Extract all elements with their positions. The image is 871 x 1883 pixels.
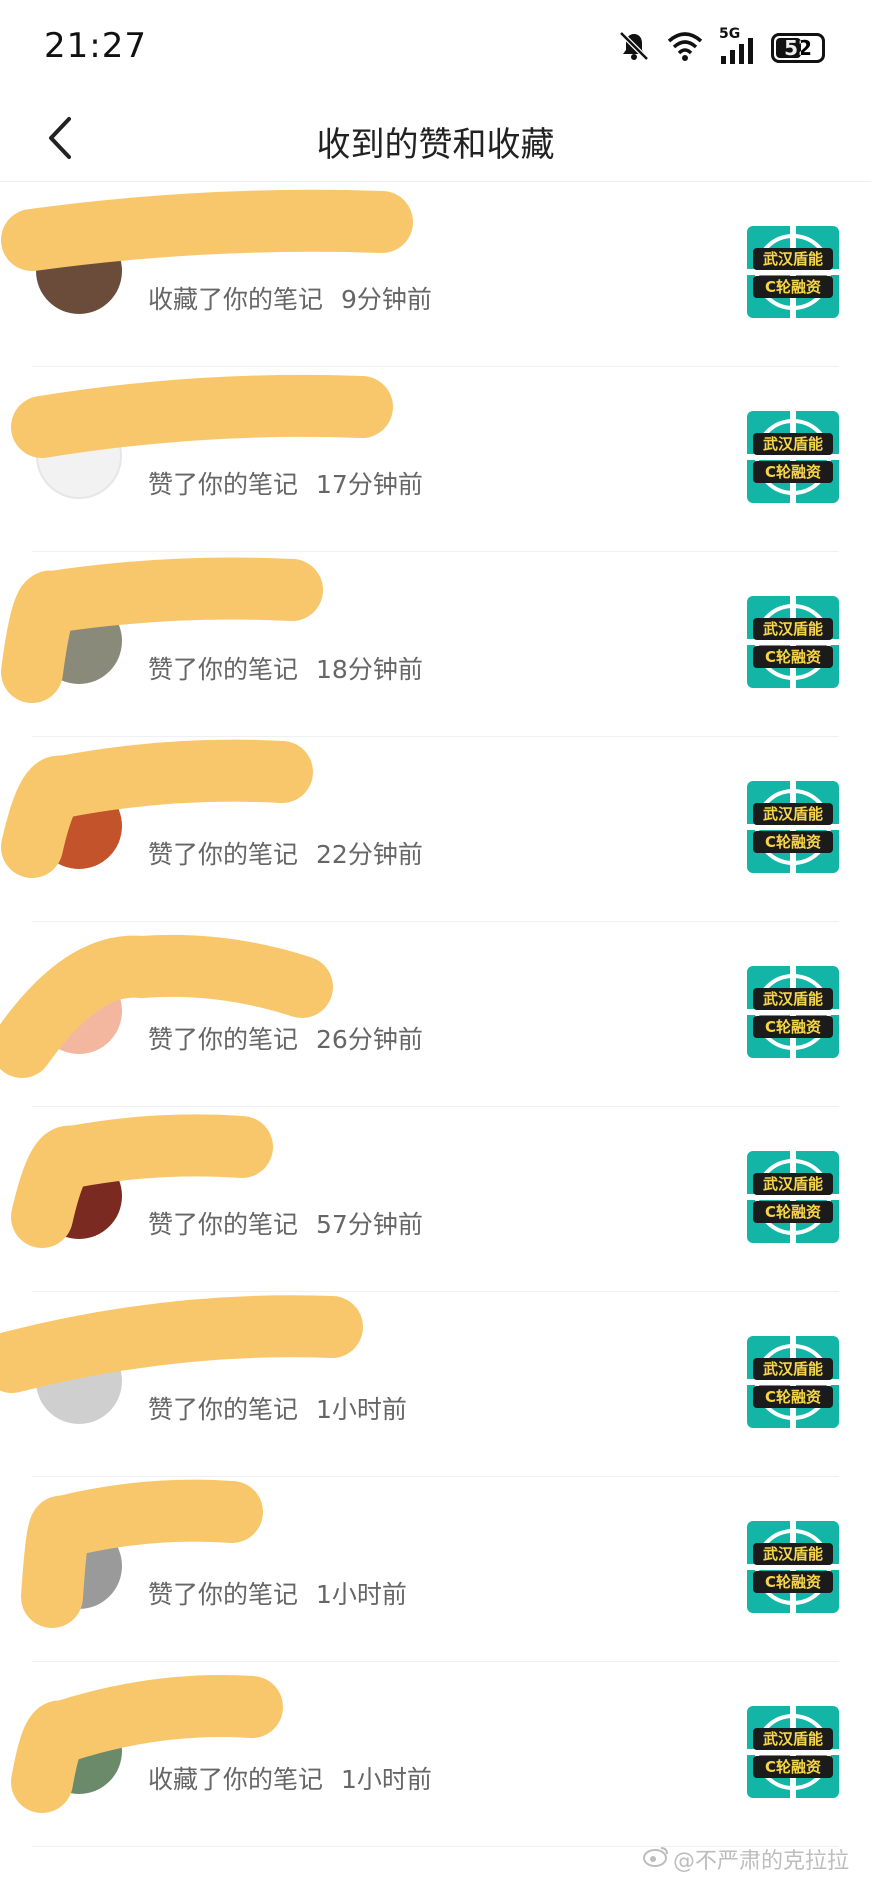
thumbnail-text-line1: 武汉盾能 <box>753 1543 833 1565</box>
avatar[interactable] <box>36 968 122 1054</box>
status-time: 21:27 <box>44 26 147 66</box>
note-thumbnail[interactable]: 武汉盾能 C轮融资 <box>747 781 839 873</box>
watermark: @不严肃的克拉拉 <box>642 1843 849 1875</box>
action-text: 赞了你的笔记 <box>148 655 299 684</box>
timestamp: 1小时前 <box>316 1395 407 1424</box>
avatar[interactable] <box>36 413 122 499</box>
thumbnail-text-line1: 武汉盾能 <box>753 1358 833 1380</box>
signal-5g-icon: 5G <box>719 26 755 64</box>
notification-text: 赞了你的笔记 18分钟前 <box>148 650 423 686</box>
battery-level: 52 <box>784 36 812 60</box>
network-label: 5G <box>719 26 741 42</box>
timestamp: 1小时前 <box>316 1580 407 1609</box>
avatar[interactable] <box>36 1523 122 1609</box>
notification-text: 收藏了你的笔记 1小时前 <box>148 1760 432 1796</box>
action-text: 赞了你的笔记 <box>148 470 299 499</box>
action-text: 赞了你的笔记 <box>148 1210 299 1239</box>
timestamp: 17分钟前 <box>316 470 423 499</box>
chevron-left-icon <box>45 115 75 165</box>
thumbnail-text-line2: C轮融资 <box>753 1386 833 1408</box>
page-title: 收到的赞和收藏 <box>316 124 555 165</box>
thumbnail-text-line1: 武汉盾能 <box>753 1173 833 1195</box>
notification-text: 赞了你的笔记 22分钟前 <box>148 835 423 871</box>
notification-item[interactable]: 赞了你的笔记 1小时前 武汉盾能 C轮融资 <box>0 1292 839 1477</box>
nav-header: 收到的赞和收藏 <box>0 100 871 182</box>
notification-text: 赞了你的笔记 1小时前 <box>148 1390 407 1426</box>
thumbnail-text-line2: C轮融资 <box>753 276 833 298</box>
thumbnail-text-line1: 武汉盾能 <box>753 1728 833 1750</box>
back-button[interactable] <box>30 108 90 172</box>
avatar[interactable] <box>36 228 122 314</box>
thumbnail-text-line1: 武汉盾能 <box>753 618 833 640</box>
battery-icon: 52 <box>771 33 825 63</box>
watermark-text: @不严肃的克拉拉 <box>672 1849 849 1874</box>
bell-mute-icon <box>617 29 651 67</box>
notification-item[interactable]: 赞了你的笔记 57分钟前 武汉盾能 C轮融资 <box>11 1107 839 1292</box>
timestamp: 26分钟前 <box>316 1025 423 1054</box>
note-thumbnail[interactable]: 武汉盾能 C轮融资 <box>747 596 839 688</box>
thumbnail-text-line2: C轮融资 <box>753 1571 833 1593</box>
avatar[interactable] <box>36 1338 122 1424</box>
notification-text: 赞了你的笔记 17分钟前 <box>148 465 423 501</box>
thumbnail-text-line2: C轮融资 <box>753 831 833 853</box>
notification-item[interactable]: 赞了你的笔记 26分钟前 武汉盾能 C轮融资 <box>0 922 839 1107</box>
status-icons: 5G 52 <box>617 26 825 68</box>
thumbnail-text-line2: C轮融资 <box>753 461 833 483</box>
thumbnail-text-line1: 武汉盾能 <box>753 433 833 455</box>
notification-item[interactable]: 赞了你的笔记 1小时前 武汉盾能 C轮融资 <box>21 1477 839 1662</box>
action-text: 收藏了你的笔记 <box>148 285 324 314</box>
thumbnail-text-line2: C轮融资 <box>753 1016 833 1038</box>
note-thumbnail[interactable]: 武汉盾能 C轮融资 <box>747 1706 839 1798</box>
action-text: 赞了你的笔记 <box>148 1025 299 1054</box>
notification-item[interactable]: 收藏了你的笔记 1小时前 武汉盾能 C轮融资 <box>11 1662 839 1847</box>
note-thumbnail[interactable]: 武汉盾能 C轮融资 <box>747 411 839 503</box>
thumbnail-text-line2: C轮融资 <box>753 646 833 668</box>
wifi-icon <box>667 31 703 65</box>
status-bar: 21:27 5G 52 <box>0 0 871 100</box>
notification-item[interactable]: 赞了你的笔记 18分钟前 武汉盾能 C轮融资 <box>1 552 839 737</box>
avatar[interactable] <box>36 783 122 869</box>
note-thumbnail[interactable]: 武汉盾能 C轮融资 <box>747 1151 839 1243</box>
timestamp: 22分钟前 <box>316 840 423 869</box>
notification-list: 收藏了你的笔记 9分钟前 武汉盾能 C轮融资 赞了你的笔记 17分钟前 武汉盾能 C… <box>0 182 871 1847</box>
thumbnail-text-line1: 武汉盾能 <box>753 248 833 270</box>
weibo-icon <box>642 1845 669 1873</box>
notification-text: 收藏了你的笔记 9分钟前 <box>148 280 432 316</box>
note-thumbnail[interactable]: 武汉盾能 C轮融资 <box>747 1336 839 1428</box>
notification-text: 赞了你的笔记 26分钟前 <box>148 1020 423 1056</box>
action-text: 赞了你的笔记 <box>148 1580 299 1609</box>
avatar[interactable] <box>36 1153 122 1239</box>
note-thumbnail[interactable]: 武汉盾能 C轮融资 <box>747 226 839 318</box>
thumbnail-text-line1: 武汉盾能 <box>753 988 833 1010</box>
notification-item[interactable]: 赞了你的笔记 22分钟前 武汉盾能 C轮融资 <box>1 737 839 922</box>
notification-item[interactable]: 赞了你的笔记 17分钟前 武汉盾能 C轮融资 <box>11 367 839 552</box>
avatar[interactable] <box>36 1708 122 1794</box>
action-text: 赞了你的笔记 <box>148 840 299 869</box>
avatar[interactable] <box>36 598 122 684</box>
timestamp: 57分钟前 <box>316 1210 423 1239</box>
note-thumbnail[interactable]: 武汉盾能 C轮融资 <box>747 966 839 1058</box>
thumbnail-text-line1: 武汉盾能 <box>753 803 833 825</box>
timestamp: 1小时前 <box>341 1765 432 1794</box>
notification-text: 赞了你的笔记 57分钟前 <box>148 1205 423 1241</box>
note-thumbnail[interactable]: 武汉盾能 C轮融资 <box>747 1521 839 1613</box>
notification-text: 赞了你的笔记 1小时前 <box>148 1575 407 1611</box>
timestamp: 9分钟前 <box>341 285 432 314</box>
notification-item[interactable]: 收藏了你的笔记 9分钟前 武汉盾能 C轮融资 <box>1 182 839 367</box>
thumbnail-text-line2: C轮融资 <box>753 1756 833 1778</box>
thumbnail-text-line2: C轮融资 <box>753 1201 833 1223</box>
action-text: 赞了你的笔记 <box>148 1395 299 1424</box>
timestamp: 18分钟前 <box>316 655 423 684</box>
action-text: 收藏了你的笔记 <box>148 1765 324 1794</box>
